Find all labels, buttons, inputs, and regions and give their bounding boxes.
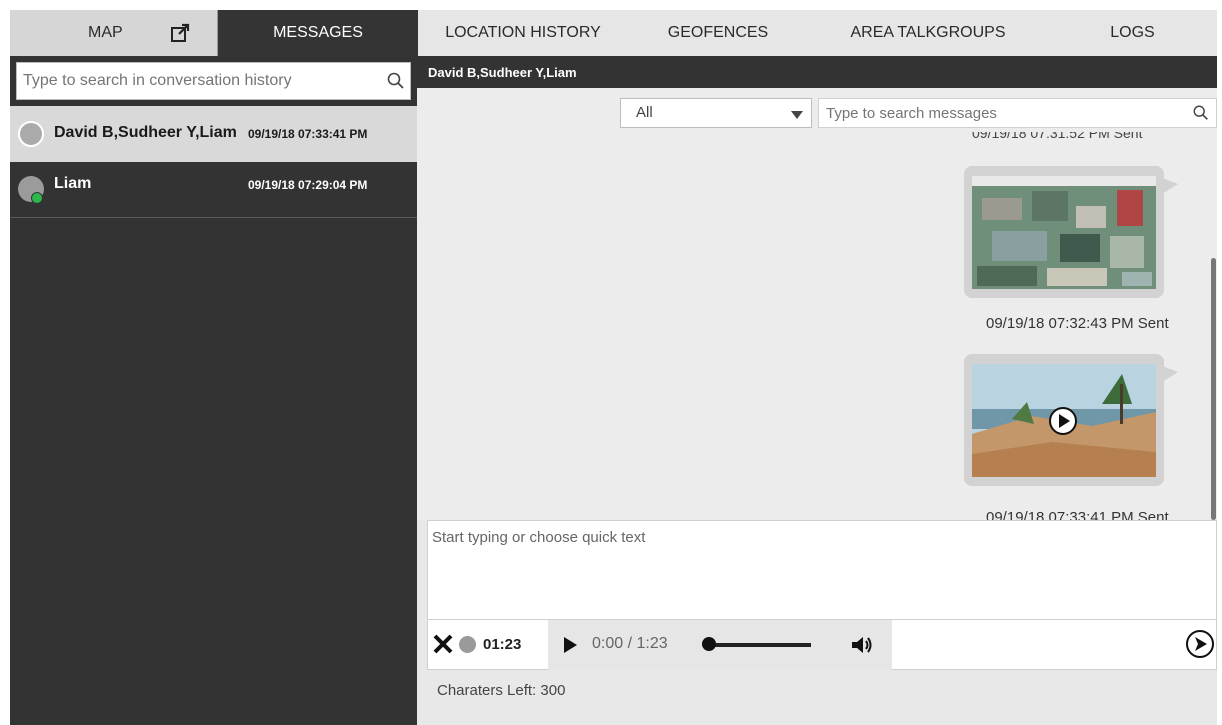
filter-value: All	[636, 104, 653, 121]
close-icon[interactable]	[432, 632, 454, 656]
conversation-time: 09/19/18 07:33:41 PM	[248, 127, 368, 141]
message-search-input[interactable]	[819, 99, 1179, 127]
conversation-sidebar: David B,Sudheer Y,Liam 09/19/18 07:33:41…	[10, 56, 417, 725]
chevron-down-icon	[791, 111, 803, 119]
message-search	[818, 98, 1217, 128]
tab-map[interactable]: MAP	[10, 10, 218, 56]
tab-geofences[interactable]: GEOFENCES	[628, 10, 808, 56]
message-status: 09/19/18 07:31:52 PM Sent	[972, 132, 1143, 141]
bubble-tail	[1162, 178, 1178, 194]
tab-logs[interactable]: LOGS	[1048, 10, 1217, 56]
audio-time: 0:00 / 1:23	[592, 635, 668, 652]
message-status: 09/19/18 07:32:43 PM Sent	[986, 315, 1169, 332]
top-tab-bar: MAP MESSAGES LOCATION HISTORY GEOFENCES …	[10, 10, 1217, 56]
messages-list: 09/19/18 07:31:52 PM Sent 09/19/18 07:32…	[417, 132, 1217, 520]
search-icon[interactable]	[386, 71, 406, 91]
tab-area-talkgroups[interactable]: AREA TALKGROUPS	[808, 10, 1048, 56]
record-indicator-icon	[459, 636, 476, 653]
conversation-search	[16, 62, 411, 100]
progress-knob[interactable]	[702, 637, 716, 651]
conversation-item[interactable]: Liam 09/19/18 07:29:04 PM	[10, 162, 417, 218]
volume-icon[interactable]	[850, 634, 874, 656]
messages-scrollbar[interactable]	[1211, 258, 1216, 520]
recording-duration: 01:23	[483, 636, 522, 653]
conversation-item[interactable]: David B,Sudheer Y,Liam 09/19/18 07:33:41…	[10, 106, 417, 162]
message-status: 09/19/18 07:33:41 PM Sent	[986, 509, 1169, 520]
audio-attachment-bar: 01:23 0:00 / 1:23	[427, 620, 1217, 670]
conversation-name: David B,Sudheer Y,Liam	[54, 124, 237, 141]
message-filter-row: All	[417, 88, 1217, 132]
play-icon[interactable]	[564, 637, 577, 653]
audio-player: 0:00 / 1:23	[548, 620, 892, 670]
video-message-bubble[interactable]	[964, 354, 1178, 486]
map-image-thumbnail[interactable]	[972, 176, 1156, 289]
popout-icon[interactable]	[170, 23, 190, 43]
tab-messages[interactable]: MESSAGES	[218, 10, 418, 56]
send-icon[interactable]	[1185, 629, 1215, 659]
image-message-bubble[interactable]	[964, 166, 1178, 298]
conversation-search-input[interactable]	[17, 63, 367, 99]
play-video-icon[interactable]	[1048, 406, 1078, 436]
compose-input[interactable]	[428, 521, 1208, 617]
conversation-time: 09/19/18 07:29:04 PM	[248, 178, 368, 192]
tab-map-label: MAP	[88, 24, 123, 41]
bubble-tail	[1162, 366, 1178, 382]
compose-box	[427, 520, 1217, 620]
conversation-name: Liam	[54, 175, 92, 192]
characters-left-counter: Charaters Left: 300	[437, 682, 566, 699]
search-icon[interactable]	[1192, 104, 1210, 122]
audio-progress-slider[interactable]	[702, 637, 811, 651]
tab-location-history[interactable]: LOCATION HISTORY	[418, 10, 628, 56]
chat-header-title: David B,Sudheer Y,Liam	[417, 56, 1217, 88]
online-check-icon	[31, 192, 43, 204]
message-filter-select[interactable]: All	[620, 98, 812, 128]
group-avatar-icon	[18, 121, 44, 147]
app-window: MAP MESSAGES LOCATION HISTORY GEOFENCES …	[10, 10, 1217, 725]
